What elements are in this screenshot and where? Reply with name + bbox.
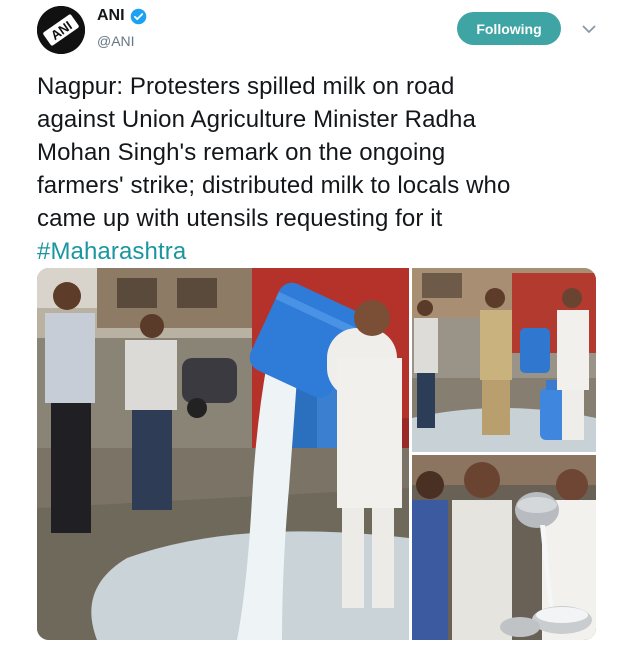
tweet-text-line: farmers' strike; distributed milk to loc… — [37, 172, 511, 199]
tweet-text-line: against Union Agriculture Minister Radha — [37, 106, 476, 133]
tweet-text-line: Mohan Singh's remark on the ongoing — [37, 139, 446, 166]
author-display-name[interactable]: ANI — [97, 7, 125, 25]
media-grid — [37, 268, 596, 640]
tweet-card: ANI ANI @ANI Following Nagpur: Protester… — [0, 0, 624, 656]
tweet-text: Nagpur: Protesters spilled milk on road … — [37, 70, 597, 268]
chevron-down-icon[interactable] — [580, 20, 598, 38]
author-name-row[interactable]: ANI — [97, 7, 147, 25]
milk-distribution-photo[interactable] — [412, 455, 596, 640]
verified-badge-icon — [130, 8, 146, 24]
tweet-text-line: came up with utensils requesting for it — [37, 205, 443, 232]
hashtag-link[interactable]: #Maharashtra — [37, 235, 597, 268]
tweet-text-line: Nagpur: Protesters spilled milk on road — [37, 73, 455, 100]
milk-can-photo[interactable] — [412, 268, 596, 452]
author-avatar[interactable]: ANI — [37, 6, 85, 54]
following-button[interactable]: Following — [457, 12, 561, 45]
milk-spill-photo[interactable] — [37, 268, 409, 640]
author-handle[interactable]: @ANI — [97, 33, 135, 49]
